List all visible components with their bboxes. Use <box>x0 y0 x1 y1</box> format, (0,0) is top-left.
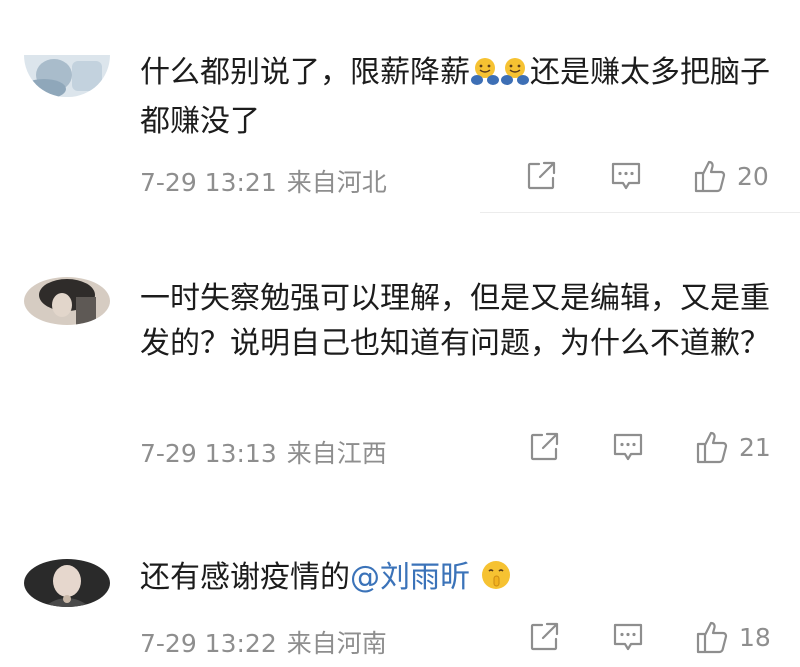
share-button[interactable] <box>528 621 560 653</box>
user-mention-link[interactable]: @刘雨昕 <box>350 560 470 595</box>
comment-meta: 7-29 13:22 来自河南 <box>140 624 387 660</box>
share-icon <box>530 432 559 461</box>
comment-meta: 7-29 13:21 来自河北 <box>140 163 387 199</box>
like-count: 18 <box>739 622 771 652</box>
comment-text: 什么都别说了，限薪降薪 还是赚太多把脑子都赚没了 <box>140 54 770 139</box>
like-button[interactable]: 20 <box>693 158 769 194</box>
share-button[interactable] <box>525 160 557 192</box>
comment-2: 一时失察勉强可以理解，但是又是编辑，又是重发的？说明自己也知道有问题，为什么不道… <box>0 214 800 514</box>
reply-button[interactable] <box>612 431 644 463</box>
comment-1: 什么都别说了，限薪降薪 还是赚太多把脑子都赚没了 7-29 13:21 来自河北 … <box>0 0 800 214</box>
comment-3: 还有感谢疫情的@刘雨昕 7-29 13:22 来自河南 18 <box>0 514 800 667</box>
location: 来自江西 <box>286 439 387 468</box>
like-count: 21 <box>739 432 771 462</box>
avatar[interactable] <box>24 55 110 97</box>
location: 来自河南 <box>286 629 387 658</box>
share-icon <box>527 161 556 190</box>
comment-text: 还有感谢疫情的@刘雨昕 <box>140 555 780 604</box>
share-icon <box>530 622 559 651</box>
hug-emoji <box>470 54 500 99</box>
comment-text: 一时失察勉强可以理解，但是又是编辑，又是重发的？说明自己也知道有问题，为什么不道… <box>140 281 770 361</box>
location: 来自河北 <box>286 168 387 197</box>
timestamp: 7-29 13:13 <box>140 439 277 468</box>
thumbs-up-icon <box>694 160 726 193</box>
comment-icon <box>611 162 641 190</box>
shush-emoji <box>480 559 512 604</box>
like-count: 20 <box>737 161 769 191</box>
avatar[interactable] <box>24 277 110 325</box>
timestamp: 7-29 13:21 <box>140 168 277 197</box>
timestamp: 7-29 13:22 <box>140 629 277 658</box>
share-button[interactable] <box>528 431 560 463</box>
comment-icon <box>613 623 643 651</box>
avatar[interactable] <box>24 559 110 607</box>
divider <box>480 212 800 213</box>
reply-button[interactable] <box>610 160 642 192</box>
like-button[interactable]: 21 <box>695 429 771 465</box>
thumbs-up-icon <box>696 431 728 464</box>
comment-meta: 7-29 13:13 来自江西 <box>140 434 387 470</box>
comment-icon <box>613 433 643 461</box>
thumbs-up-icon <box>696 621 728 654</box>
reply-button[interactable] <box>612 621 644 653</box>
hug-emoji <box>500 54 530 99</box>
like-button[interactable]: 18 <box>695 619 771 655</box>
